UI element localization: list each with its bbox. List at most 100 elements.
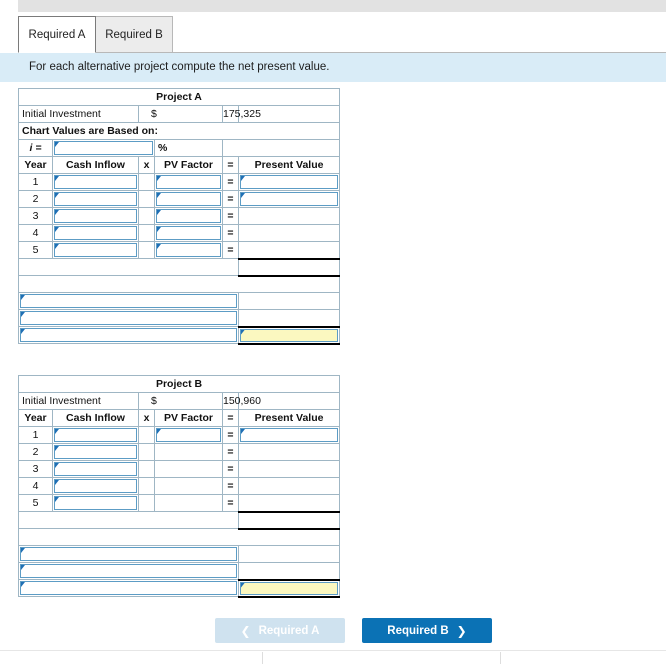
row-equals-1: = bbox=[222, 173, 239, 191]
project-b-total-blank bbox=[18, 511, 239, 529]
pv-factor-input-y1[interactable] bbox=[156, 428, 221, 442]
summary-row bbox=[18, 292, 341, 310]
project-a-title-row: Project A bbox=[17, 88, 341, 106]
cash-inflow-input-y2[interactable] bbox=[54, 445, 137, 459]
summary-label-input-0-cell[interactable] bbox=[18, 292, 239, 310]
cash-inflow-input-y5[interactable] bbox=[54, 243, 137, 257]
row-times-1 bbox=[138, 426, 155, 444]
summary-label-input-1[interactable] bbox=[20, 564, 237, 578]
prev-required-a-button[interactable]: ❮ Required A bbox=[215, 618, 345, 643]
col-present-value: Present Value bbox=[237, 156, 341, 174]
cash-inflow-input-y2-cell[interactable] bbox=[52, 190, 139, 208]
summary-row bbox=[18, 578, 341, 598]
pv-factor-input-y1-cell[interactable] bbox=[154, 426, 223, 444]
cash-inflow-input-y1[interactable] bbox=[54, 175, 137, 189]
pv-factor-input-y4-cell[interactable] bbox=[154, 224, 223, 242]
cash-inflow-input-y3-cell[interactable] bbox=[52, 460, 139, 478]
summary-value-1 bbox=[237, 309, 341, 327]
pv-factor-input-y1[interactable] bbox=[156, 175, 221, 189]
cash-inflow-input-y4-cell[interactable] bbox=[52, 477, 139, 495]
row-times-5 bbox=[138, 494, 155, 512]
summary-row bbox=[18, 545, 341, 563]
cash-inflow-input-y1-cell[interactable] bbox=[52, 173, 139, 191]
pv-factor-input-y5[interactable] bbox=[156, 243, 221, 257]
row-equals-4: = bbox=[222, 224, 239, 242]
footer-separator-1 bbox=[262, 652, 263, 664]
cash-inflow-input-y3[interactable] bbox=[54, 462, 137, 476]
present-value-blank-y4 bbox=[237, 477, 341, 495]
project-b-title-row: Project B bbox=[17, 375, 341, 393]
cash-inflow-input-y1-cell[interactable] bbox=[52, 426, 139, 444]
row-equals-5: = bbox=[222, 494, 239, 512]
chevron-right-icon: ❯ bbox=[456, 623, 467, 638]
present-value-input-y1-cell[interactable] bbox=[237, 173, 341, 191]
project-b-band bbox=[17, 528, 341, 546]
cash-inflow-input-y1[interactable] bbox=[54, 428, 137, 442]
next-required-b-button[interactable]: Required B ❯ bbox=[362, 618, 492, 643]
pv-factor-input-y3[interactable] bbox=[156, 209, 221, 223]
col-pv-factor: PV Factor bbox=[154, 156, 223, 174]
present-value-input-y1-cell[interactable] bbox=[237, 426, 341, 444]
row-year-1: 1 bbox=[18, 426, 53, 444]
pv-factor-input-y4[interactable] bbox=[156, 226, 221, 240]
table-row: 5 = bbox=[18, 241, 341, 259]
summary-value-input-2-cell[interactable] bbox=[237, 578, 341, 598]
rate-input[interactable] bbox=[54, 141, 153, 155]
table-row: 3 = bbox=[18, 207, 341, 225]
footer-divider bbox=[0, 650, 666, 651]
cash-inflow-input-y4[interactable] bbox=[54, 479, 137, 493]
table-row: 5 = bbox=[18, 494, 341, 512]
summary-label-input-0-cell[interactable] bbox=[18, 545, 239, 563]
present-value-blank-y4 bbox=[237, 224, 341, 242]
pv-factor-input-y1-cell[interactable] bbox=[154, 173, 223, 191]
summary-label-input-1[interactable] bbox=[20, 311, 237, 325]
present-value-input-y2[interactable] bbox=[240, 192, 339, 206]
currency-symbol: $ bbox=[138, 392, 223, 410]
pv-factor-input-y2[interactable] bbox=[156, 192, 221, 206]
cash-inflow-input-y5-cell[interactable] bbox=[52, 494, 139, 512]
row-year-5: 5 bbox=[18, 494, 53, 512]
cash-inflow-input-y2[interactable] bbox=[54, 192, 137, 206]
cash-inflow-input-y3-cell[interactable] bbox=[52, 207, 139, 225]
tab-required-b[interactable]: Required B bbox=[95, 16, 173, 53]
project-b-total-row bbox=[18, 510, 341, 530]
present-value-input-y1[interactable] bbox=[240, 175, 339, 189]
net-present-value-input[interactable] bbox=[240, 328, 339, 342]
cash-inflow-input-y4[interactable] bbox=[54, 226, 137, 240]
project-b-total-value bbox=[237, 510, 341, 530]
present-value-input-y1[interactable] bbox=[240, 428, 339, 442]
summary-label-input-1-cell[interactable] bbox=[18, 562, 239, 580]
summary-row bbox=[18, 309, 341, 327]
row-equals-3: = bbox=[222, 460, 239, 478]
project-b-column-headers: Year Cash Inflow x PV Factor = Present V… bbox=[18, 409, 341, 427]
summary-label-input-2-cell[interactable] bbox=[18, 326, 239, 344]
summary-label-input-2[interactable] bbox=[20, 581, 237, 595]
cash-inflow-input-y2-cell[interactable] bbox=[52, 443, 139, 461]
cash-inflow-input-y5[interactable] bbox=[54, 496, 137, 510]
summary-row bbox=[18, 325, 341, 345]
summary-label-input-0[interactable] bbox=[20, 547, 237, 561]
summary-value-0 bbox=[237, 545, 341, 563]
pv-factor-input-y3-cell[interactable] bbox=[154, 207, 223, 225]
net-present-value-input[interactable] bbox=[240, 581, 339, 595]
tab-required-a[interactable]: Required A bbox=[18, 16, 96, 53]
summary-label-input-0[interactable] bbox=[20, 294, 237, 308]
summary-label-input-2[interactable] bbox=[20, 328, 237, 342]
cash-inflow-input-y4-cell[interactable] bbox=[52, 224, 139, 242]
pv-factor-input-y2-cell[interactable] bbox=[154, 190, 223, 208]
summary-label-input-2-cell[interactable] bbox=[18, 579, 239, 597]
cash-inflow-input-y5-cell[interactable] bbox=[52, 241, 139, 259]
project-a-total-row bbox=[18, 257, 341, 277]
percent-symbol: % bbox=[154, 139, 223, 157]
project-b-title: Project B bbox=[17, 375, 341, 393]
col-year: Year bbox=[18, 156, 53, 174]
summary-label-input-1-cell[interactable] bbox=[18, 309, 239, 327]
row-times-2 bbox=[138, 190, 155, 208]
pv-factor-input-y5-cell[interactable] bbox=[154, 241, 223, 259]
cash-inflow-input-y3[interactable] bbox=[54, 209, 137, 223]
table-row: 1 = bbox=[18, 426, 341, 444]
rate-input-cell[interactable] bbox=[52, 139, 155, 157]
summary-value-input-2-cell[interactable] bbox=[237, 325, 341, 345]
present-value-input-y2-cell[interactable] bbox=[237, 190, 341, 208]
project-b-initial-investment-row: Initial Investment $ 150,960 bbox=[18, 392, 341, 410]
